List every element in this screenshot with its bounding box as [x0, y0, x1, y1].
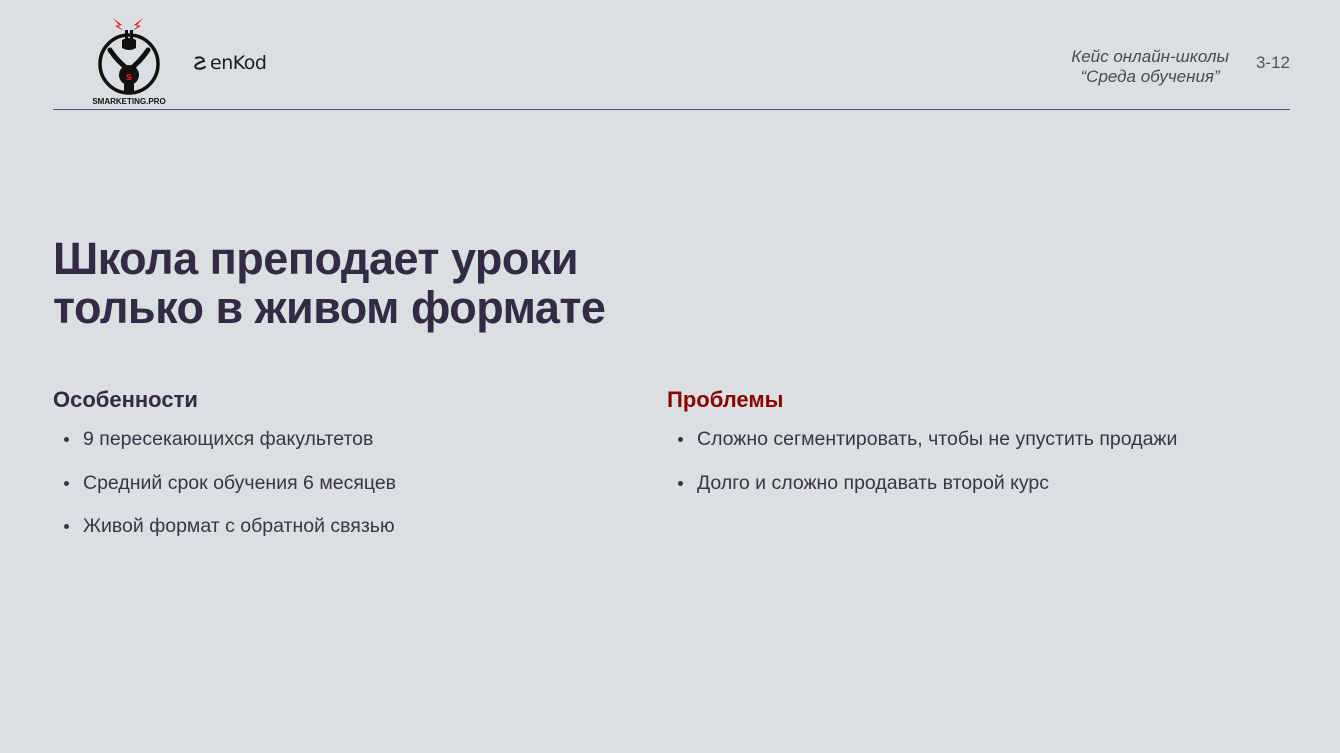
- svg-text:s: s: [126, 70, 133, 83]
- case-title-line-1: Кейс онлайн-школы: [1071, 47, 1229, 66]
- features-section: Особенности 9 пересекающихся факультетов…: [53, 386, 396, 559]
- enkod-logo-text: enKod: [210, 52, 267, 74]
- smarketing-logo-text: SMARKETING.PRO: [92, 97, 165, 106]
- problems-heading: Проблемы: [667, 387, 784, 412]
- header-divider: [53, 109, 1290, 110]
- enkod-logo: enKod: [192, 50, 267, 76]
- features-list-item: 9 пересекающихся факультетов: [53, 428, 396, 472]
- features-list: 9 пересекающихся факультетов Средний сро…: [53, 428, 396, 559]
- enkod-mark-icon: [194, 56, 206, 70]
- problems-list-item: Сложно сегментировать, чтобы не упустить…: [667, 428, 1177, 472]
- slide-header: s SMARKETING.PRO enKod Кейс онлайн-школы…: [0, 0, 1340, 112]
- page-number: 3-12: [1255, 53, 1290, 72]
- slide-title: Школа преподает уроки только в живом фор…: [53, 233, 606, 333]
- problems-list-item: Долго и сложно продавать второй курс: [667, 472, 1177, 516]
- slide-title-line-1: Школа преподает уроки: [53, 233, 579, 284]
- features-heading: Особенности: [53, 387, 198, 412]
- problems-section: Проблемы Сложно сегментировать, чтобы не…: [667, 386, 1177, 515]
- smarketing-logo: s SMARKETING.PRO: [92, 18, 166, 106]
- problems-list: Сложно сегментировать, чтобы не упустить…: [667, 428, 1177, 515]
- features-list-item: Средний срок обучения 6 месяцев: [53, 472, 396, 516]
- slide-title-line-2: только в живом формате: [53, 282, 606, 333]
- features-list-item: Живой формат с обратной связью: [53, 515, 396, 559]
- case-title: Кейс онлайн-школы “Среда обучения”: [1071, 47, 1229, 87]
- case-title-line-2: “Среда обучения”: [1080, 67, 1220, 86]
